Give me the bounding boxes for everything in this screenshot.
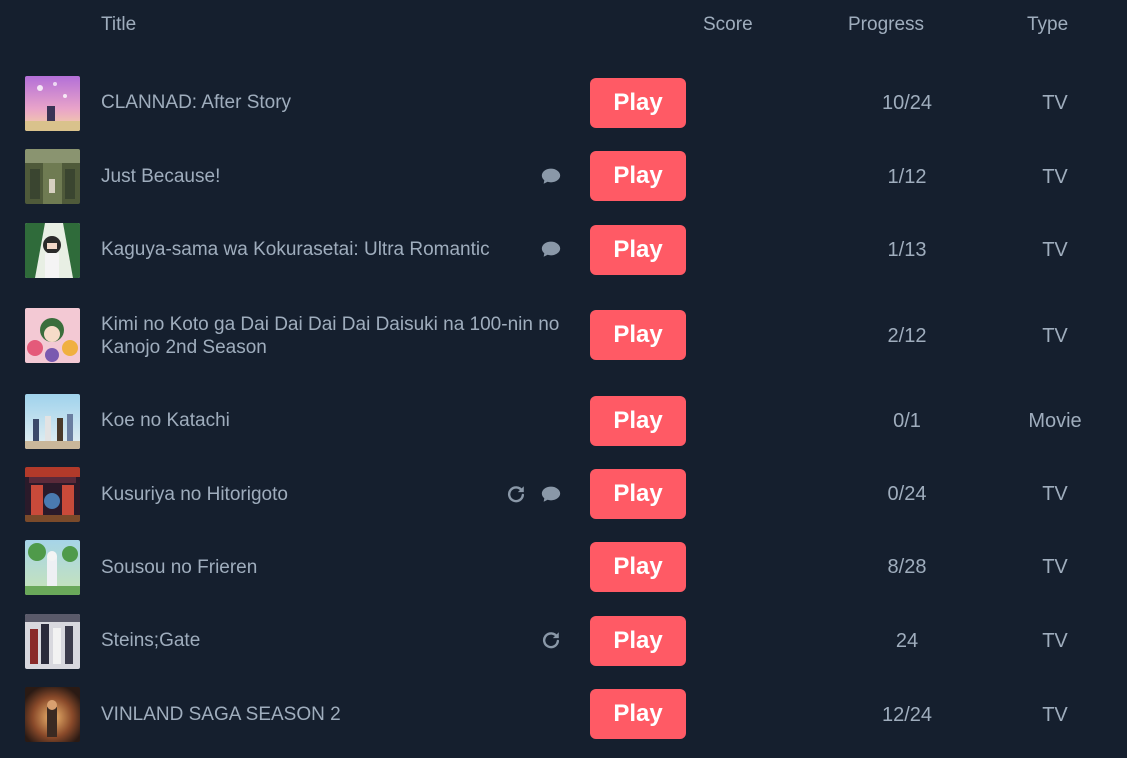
anime-title[interactable]: Kimi no Koto ga Dai Dai Dai Dai Daisuki … (101, 313, 571, 359)
type-value: Movie (1028, 410, 1082, 432)
progress-value: 8/28 (887, 556, 927, 578)
row-icons (540, 629, 562, 651)
row-icons (540, 165, 562, 187)
progress-value: 24 (895, 630, 919, 652)
cover-image[interactable] (25, 467, 80, 522)
anime-title[interactable]: Kaguya-sama wa Kokurasetai: Ultra Romant… (101, 238, 571, 261)
list-row: Kaguya-sama wa Kokurasetai: Ultra Romant… (0, 220, 1127, 280)
type-value: TV (1042, 556, 1068, 578)
repeat-icon[interactable] (505, 483, 527, 505)
repeat-icon[interactable] (540, 629, 562, 651)
progress-value: 0/1 (893, 410, 921, 432)
cover-image[interactable] (25, 223, 80, 278)
comment-icon[interactable] (540, 165, 562, 187)
cover-image[interactable] (25, 687, 80, 742)
type-value: TV (1042, 166, 1068, 188)
type-value: TV (1042, 239, 1068, 261)
play-button[interactable]: Play (590, 396, 686, 446)
anime-title[interactable]: CLANNAD: After Story (101, 91, 571, 114)
list-row: Just Because! Play 1/12 TV (0, 146, 1127, 206)
row-icons (505, 483, 562, 505)
type-value: TV (1042, 92, 1068, 114)
list-row: VINLAND SAGA SEASON 2 Play 12/24 TV (0, 684, 1127, 744)
play-button[interactable]: Play (590, 225, 686, 275)
anime-title[interactable]: Kusuriya no Hitorigoto (101, 483, 571, 506)
list-row: Steins;Gate Play 24 TV (0, 611, 1127, 671)
list-row: Kusuriya no Hitorigoto Play 0/24 TV (0, 464, 1127, 524)
list-row: CLANNAD: After Story Play 10/24 TV (0, 73, 1127, 133)
comment-icon[interactable] (540, 238, 562, 260)
anime-list: Title Score Progress Type CLANNAD: After… (0, 0, 1127, 758)
play-button[interactable]: Play (590, 469, 686, 519)
type-value: TV (1042, 630, 1068, 652)
header-score[interactable]: Score (703, 14, 753, 36)
type-value: TV (1042, 483, 1068, 505)
list-header: Title Score Progress Type (0, 14, 1127, 40)
cover-image[interactable] (25, 540, 80, 595)
anime-title[interactable]: Koe no Katachi (101, 409, 571, 432)
comment-icon[interactable] (540, 483, 562, 505)
list-row: Sousou no Frieren Play 8/28 TV (0, 537, 1127, 597)
progress-value: 1/12 (887, 166, 927, 188)
progress-value: 2/12 (887, 325, 927, 347)
play-button[interactable]: Play (590, 689, 686, 739)
play-button[interactable]: Play (590, 310, 686, 360)
play-button[interactable]: Play (590, 616, 686, 666)
progress-value: 0/24 (887, 483, 927, 505)
cover-image[interactable] (25, 149, 80, 204)
row-icons (540, 238, 562, 260)
anime-title[interactable]: Sousou no Frieren (101, 556, 571, 579)
cover-image[interactable] (25, 394, 80, 449)
progress-value: 12/24 (881, 704, 933, 726)
cover-image[interactable] (25, 76, 80, 131)
type-value: TV (1042, 325, 1068, 347)
anime-title[interactable]: Just Because! (101, 165, 571, 188)
cover-image[interactable] (25, 614, 80, 669)
header-title[interactable]: Title (101, 14, 136, 36)
list-row: Koe no Katachi Play 0/1 Movie (0, 391, 1127, 451)
play-button[interactable]: Play (590, 78, 686, 128)
play-button[interactable]: Play (590, 151, 686, 201)
list-row: Kimi no Koto ga Dai Dai Dai Dai Daisuki … (0, 305, 1127, 365)
anime-title[interactable]: VINLAND SAGA SEASON 2 (101, 703, 571, 726)
type-value: TV (1042, 704, 1068, 726)
anime-title[interactable]: Steins;Gate (101, 629, 571, 652)
play-button[interactable]: Play (590, 542, 686, 592)
progress-value: 1/13 (887, 239, 927, 261)
progress-value: 10/24 (881, 92, 933, 114)
header-type[interactable]: Type (1027, 14, 1068, 36)
header-progress[interactable]: Progress (848, 14, 924, 36)
cover-image[interactable] (25, 308, 80, 363)
